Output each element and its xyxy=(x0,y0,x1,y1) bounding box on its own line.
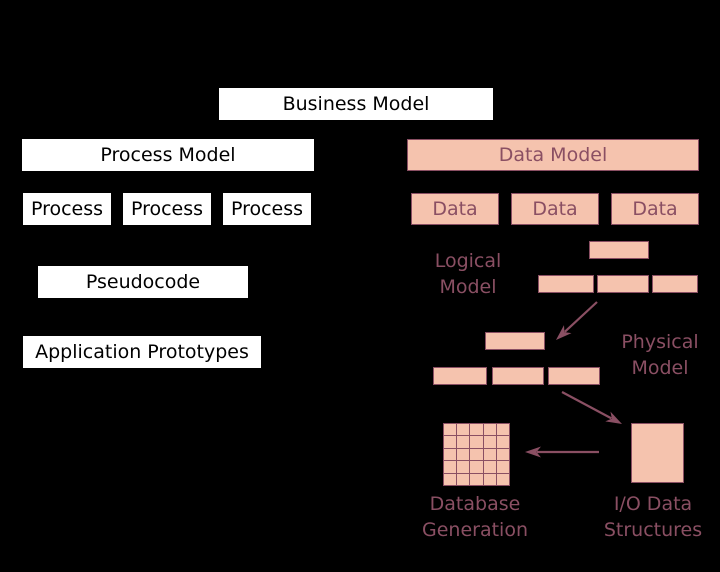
physical-to-io-arrowhead xyxy=(605,411,622,424)
node-label: Data xyxy=(432,197,478,220)
database-grid-cell xyxy=(457,424,470,436)
database-grid-cell xyxy=(470,424,483,436)
database-grid-cell xyxy=(470,461,483,473)
node-label: Data xyxy=(532,197,578,220)
physical-block-3 xyxy=(492,367,544,385)
logical-block-3 xyxy=(597,275,649,293)
node-application-prototypes[interactable]: Application Prototypes xyxy=(23,336,261,368)
node-data-3[interactable]: Data xyxy=(611,193,699,225)
node-data-1[interactable]: Data xyxy=(411,193,499,225)
database-grid-cell xyxy=(496,448,509,461)
node-label: Business Model xyxy=(282,92,430,115)
node-process-1[interactable]: Process xyxy=(23,193,111,225)
node-label: Pseudocode xyxy=(85,270,201,293)
label-database-generation: Database Generation xyxy=(422,493,528,541)
label-logical-model: Logical Model xyxy=(434,250,502,298)
io-to-database-arrowhead xyxy=(525,446,541,458)
logical-to-physical-line xyxy=(564,301,598,333)
physical-to-io-line xyxy=(561,391,612,420)
logical-block-4 xyxy=(652,275,698,293)
diagram-canvas: Business Model Process Model Process Pro… xyxy=(0,0,720,572)
database-grid-cell xyxy=(444,473,457,485)
node-label: Process xyxy=(230,197,304,220)
database-grid-cell xyxy=(483,473,496,485)
database-grid-cell xyxy=(457,473,470,485)
node-label: Data Model xyxy=(498,143,608,166)
node-business-model[interactable]: Business Model xyxy=(219,88,493,120)
node-pseudocode[interactable]: Pseudocode xyxy=(38,266,248,298)
node-process-model[interactable]: Process Model xyxy=(22,139,314,171)
database-grid-cell xyxy=(483,424,496,436)
node-label: Process Model xyxy=(100,143,236,166)
node-process-2[interactable]: Process xyxy=(123,193,211,225)
database-grid-cell xyxy=(457,436,470,448)
database-grid-cell xyxy=(470,436,483,448)
database-grid-cell xyxy=(444,448,457,461)
database-grid-cell xyxy=(496,424,509,436)
database-grid-cell xyxy=(444,461,457,473)
label-physical-model: Physical Model xyxy=(621,331,699,379)
node-data-model[interactable]: Data Model xyxy=(407,139,699,171)
logical-to-physical-arrowhead xyxy=(556,325,572,340)
database-grid-cell xyxy=(457,448,470,461)
node-process-3[interactable]: Process xyxy=(223,193,311,225)
database-grid-cell xyxy=(483,448,496,461)
database-grid-cell xyxy=(457,461,470,473)
physical-block-1 xyxy=(485,332,545,350)
node-label: Process xyxy=(30,197,104,220)
database-grid-cell xyxy=(496,473,509,485)
label-io-data-structures: I/O Data Structures xyxy=(603,493,703,541)
database-grid-cell xyxy=(470,473,483,485)
database-grid-icon xyxy=(443,423,510,486)
node-label: Data xyxy=(632,197,678,220)
node-label: Process xyxy=(130,197,204,220)
database-grid-cell xyxy=(496,436,509,448)
physical-block-4 xyxy=(548,367,600,385)
io-data-square-icon xyxy=(631,423,684,483)
database-grid-cell xyxy=(444,424,457,436)
database-grid-cell xyxy=(483,436,496,448)
node-label: Application Prototypes xyxy=(35,340,249,363)
database-grid-cell xyxy=(444,436,457,448)
logical-block-1 xyxy=(589,241,649,259)
database-grid-cell xyxy=(470,448,483,461)
database-grid-cell xyxy=(483,461,496,473)
logical-block-2 xyxy=(538,275,594,293)
physical-block-2 xyxy=(433,367,487,385)
node-data-2[interactable]: Data xyxy=(511,193,599,225)
database-grid-cell xyxy=(496,461,509,473)
